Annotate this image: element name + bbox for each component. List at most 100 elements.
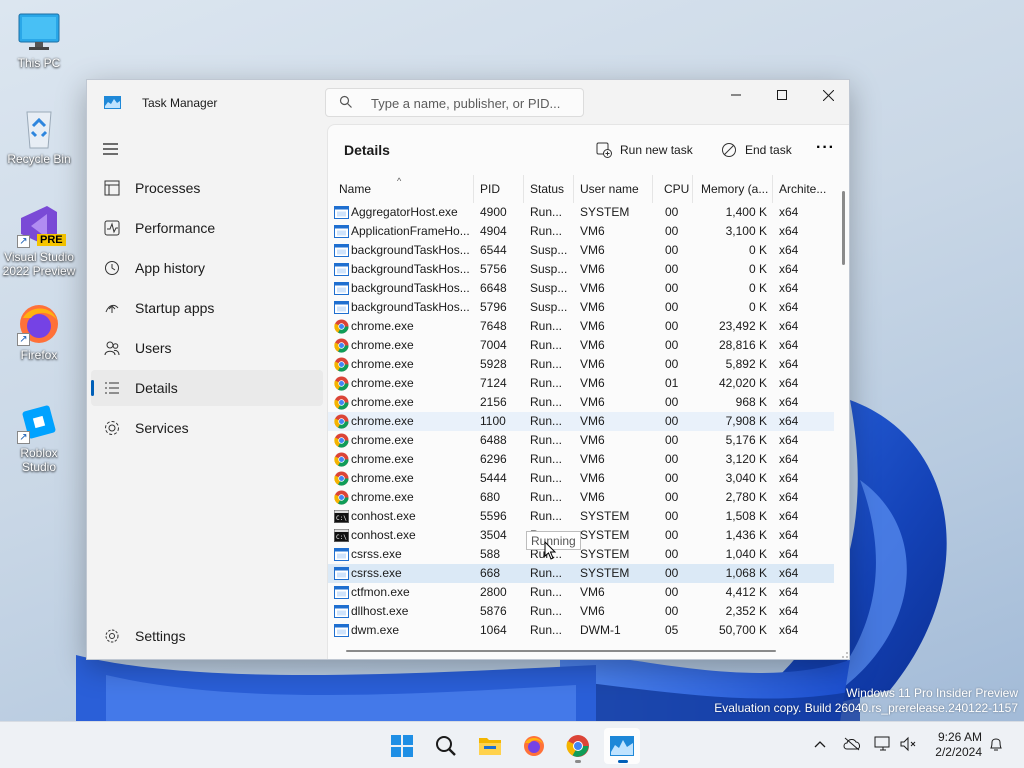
onedrive-offline-icon[interactable] (842, 734, 862, 754)
cell-cpu: 00 (665, 433, 679, 447)
nav-item-performance[interactable]: Performance (91, 210, 323, 246)
chrome-icon (566, 735, 589, 757)
column-header-status[interactable]: Status (524, 175, 574, 203)
table-row[interactable]: C:\conhost.exe3504Run...SYSTEM001,436 Kx… (328, 526, 834, 545)
column-header-cpu[interactable]: CPU (653, 175, 693, 203)
cell-mem: 1,040 K (725, 547, 767, 561)
cell-pid: 6648 (480, 281, 507, 295)
cell-cpu: 00 (665, 357, 679, 371)
cell-arch: x64 (779, 414, 799, 428)
resize-grip-icon[interactable] (839, 649, 849, 659)
end-task-button[interactable]: End task (721, 138, 792, 162)
show-hidden-icons-chevron-icon[interactable] (810, 734, 830, 754)
nav-item-startup-apps[interactable]: Startup apps (91, 290, 323, 326)
chrome-icon (334, 471, 349, 486)
cell-mem: 50,700 K (718, 623, 767, 637)
app-window-icon (334, 566, 349, 581)
table-row[interactable]: chrome.exe 5928 Run... VM6 00 5,892 K x64 (328, 355, 834, 374)
horizontal-scrollbar[interactable] (346, 650, 776, 652)
table-row[interactable]: backgroundTaskHos... 6648 Susp... VM6 00 0 K x… (328, 279, 834, 298)
volume-muted-icon[interactable] (899, 734, 919, 754)
taskbar-task-manager-button[interactable] (604, 728, 640, 764)
cell-user: VM6 (580, 262, 605, 276)
cell-arch: x64 (779, 623, 799, 637)
column-header-memory[interactable]: Memory (a... (693, 175, 773, 203)
column-header-architecture[interactable]: Archite... (773, 175, 834, 203)
nav-item-settings[interactable]: Settings (103, 627, 186, 645)
taskbar-firefox-button[interactable] (516, 728, 552, 764)
column-header-pid[interactable]: PID (474, 175, 524, 203)
table-row[interactable]: ApplicationFrameHo... 4904 Run... VM6 00 3,10… (328, 222, 834, 241)
cell-cpu: 00 (665, 528, 679, 542)
cell-cpu: 05 (665, 623, 679, 637)
table-row[interactable]: chrome.exe 6488 Run... VM6 00 5,176 K x64 (328, 431, 834, 450)
cell-cpu: 00 (665, 300, 679, 314)
table-row[interactable]: C:\ conhost.exe 5596 Run... SYSTEM 00 1,508 K x… (328, 507, 834, 526)
taskbar-search-button[interactable] (428, 728, 464, 764)
close-button[interactable] (805, 80, 849, 110)
more-options-icon[interactable]: ··· (816, 139, 835, 157)
notification-bell-icon[interactable] (986, 734, 1006, 754)
table-row[interactable]: chrome.exe 5444 Run... VM6 00 3,040 K x64 (328, 469, 834, 488)
column-header-user-name[interactable]: User name (574, 175, 653, 203)
desktop-icon-this-pc[interactable]: This PC (2, 10, 76, 70)
cell-user: VM6 (580, 433, 605, 447)
desktop-icon-recycle-bin[interactable]: Recycle Bin (2, 106, 76, 166)
start-button[interactable] (384, 728, 420, 764)
table-row[interactable]: chrome.exe 680 Run... VM6 00 2,780 K x64 (328, 488, 834, 507)
cell-arch: x64 (779, 243, 799, 257)
table-row[interactable]: dllhost.exe 5876 Run... VM6 00 2,352 K x64 (328, 602, 834, 621)
table-row[interactable]: backgroundTaskHos... 5796 Susp... VM6 00 0 K x… (328, 298, 834, 317)
taskbar-clock[interactable]: 9:26 AM 2/2/2024 (924, 730, 982, 760)
cell-pid: 4900 (480, 205, 507, 219)
nav-item-details[interactable]: Details (91, 370, 323, 406)
search-input[interactable]: Type a name, publisher, or PID... (371, 96, 560, 111)
cell-mem: 0 K (748, 300, 767, 314)
cell-mem: 3,100 K (725, 224, 767, 238)
cell-cpu: 00 (665, 566, 679, 580)
nav-item-app-history[interactable]: App history (91, 250, 323, 286)
vertical-scrollbar[interactable] (842, 191, 845, 265)
maximize-button[interactable] (759, 80, 805, 110)
table-row[interactable]: backgroundTaskHos... 6544 Susp... VM6 00 0 K x… (328, 241, 834, 260)
run-new-task-button[interactable]: Run new task (596, 138, 693, 162)
app-window-icon (334, 262, 349, 277)
table-row[interactable]: csrss.exe588Run...SYSTEM001,040 Kx64 (328, 545, 834, 564)
taskbar-chrome-button[interactable] (560, 728, 596, 764)
nav-item-services[interactable]: Services (91, 410, 323, 446)
cell-cpu: 00 (665, 414, 679, 428)
table-row[interactable]: AggregatorHost.exe 4900 Run... SYSTEM 00 1,40… (328, 203, 834, 222)
nav-item-processes[interactable]: Processes (91, 170, 323, 206)
column-header-name[interactable]: ^ Name (328, 175, 474, 203)
chrome-icon (334, 414, 349, 429)
table-row[interactable]: chrome.exe 2156 Run... VM6 00 968 K x64 (328, 393, 834, 412)
table-row[interactable]: csrss.exe 668 Run... SYSTEM 00 1,068 K x64 (328, 564, 834, 583)
table-row[interactable]: chrome.exe 7124 Run... VM6 01 42,020 K x64 (328, 374, 834, 393)
table-row[interactable]: dwm.exe 1064 Run... DWM-1 05 50,700 K x64 (328, 621, 834, 640)
cell-status: Run... (530, 452, 563, 466)
network-icon[interactable] (873, 734, 893, 754)
title-bar[interactable]: Task Manager Type a name, publisher, or … (87, 80, 849, 124)
nav-label: Startup apps (135, 300, 215, 316)
table-row[interactable]: backgroundTaskHos... 5756 Susp... VM6 00 0 K x… (328, 260, 834, 279)
minimize-button[interactable] (713, 80, 759, 110)
cell-pid: 680 (480, 490, 501, 504)
table-row[interactable]: ctfmon.exe 2800 Run... VM6 00 4,412 K x64 (328, 583, 834, 602)
desktop-icon-firefox[interactable]: ↗ Firefox (2, 302, 76, 362)
table-row[interactable]: chrome.exe 7004 Run... VM6 00 28,816 K x64 (328, 336, 834, 355)
table-row[interactable]: chrome.exe 6296 Run... VM6 00 3,120 K x64 (328, 450, 834, 469)
search-box[interactable]: Type a name, publisher, or PID... (325, 88, 584, 117)
nav-item-users[interactable]: Users (91, 330, 323, 366)
hamburger-menu-icon[interactable] (103, 142, 119, 156)
cell-mem: 2,780 K (725, 490, 767, 504)
desktop-icon-visual-studio[interactable]: PRE ↗ Visual Studio 2022 Preview (2, 204, 76, 278)
file-explorer-button[interactable] (472, 728, 508, 764)
cell-mem: 0 K (748, 281, 767, 295)
cell-name: csrss.exe (351, 566, 402, 580)
desktop-icon-roblox-studio[interactable]: ↗ Roblox Studio (2, 400, 76, 474)
visual-studio-icon: PRE ↗ (17, 204, 66, 248)
app-history-icon (103, 259, 121, 277)
app-window-icon (334, 224, 349, 239)
table-row[interactable]: chrome.exe 1100 Run... VM6 00 7,908 K x64 (328, 412, 834, 431)
table-row[interactable]: chrome.exe 7648 Run... VM6 00 23,492 K x64 (328, 317, 834, 336)
